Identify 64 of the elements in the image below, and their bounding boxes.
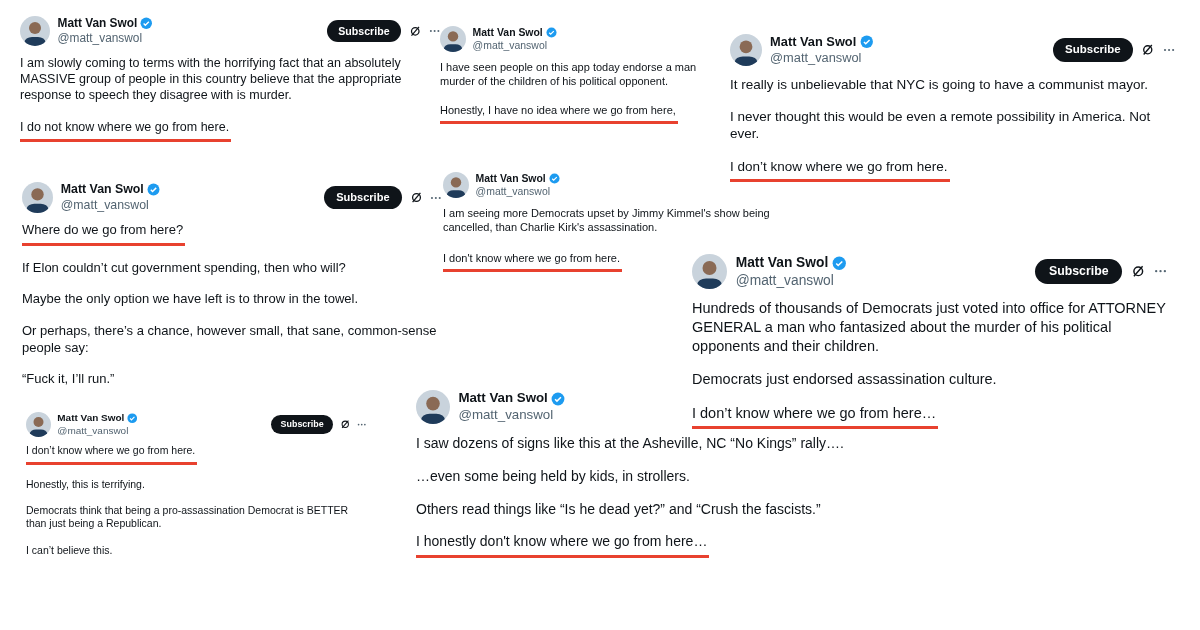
author-handle[interactable]: @matt_vanswol	[472, 39, 557, 53]
subscribe-button[interactable]: Subscribe	[1052, 38, 1134, 63]
post-text: I am seeing more Democrats upset by Jimmy Kimmel's show being cancelled, than Charlie Kirk's assassination.	[443, 205, 771, 235]
post-text: Democrats just endorsed assassination culture.	[692, 370, 997, 389]
post-text: Maybe the only option we have left is to throw in the towel.	[22, 291, 359, 309]
author-handle[interactable]: @matt_vanswol	[475, 185, 560, 199]
slashed-circle-icon[interactable]	[409, 191, 423, 204]
subscribe-button[interactable]: Subscribe	[1035, 258, 1123, 285]
post-text: It really is unbelievable that NYC is going to have a communist mayor.	[730, 75, 1148, 94]
avatar	[20, 16, 50, 46]
slashed-circle-icon[interactable]	[1130, 264, 1146, 279]
more-icon[interactable]	[1153, 269, 1167, 274]
post-text: If Elon couldn’t cut government spending, then who will?	[22, 260, 346, 278]
avatar	[26, 412, 51, 437]
avatar	[416, 390, 450, 424]
author-name[interactable]: Matt Van Swol	[475, 172, 546, 186]
author-handle[interactable]: @matt_vanswol	[770, 50, 874, 67]
author-handle[interactable]: @matt_vanswol	[57, 31, 153, 46]
subscribe-button[interactable]: Subscribe	[270, 415, 334, 434]
post-text: I don't know where we go from here.	[443, 250, 622, 273]
subscribe-button[interactable]: Subscribe	[326, 19, 402, 43]
author-name[interactable]: Matt Van Swol	[735, 254, 829, 272]
more-icon[interactable]	[428, 29, 440, 33]
more-icon[interactable]	[1162, 48, 1175, 53]
post-text: Honestly, this is terrifying.	[26, 477, 145, 492]
post-text: I have seen people on this app today endorse a man murder of the children of his political opponent.	[440, 59, 698, 89]
post-text: Or perhaps, there’s a chance, however small, that sane, common-sense people say:	[22, 322, 438, 357]
slashed-circle-icon[interactable]	[1141, 43, 1155, 57]
post-text: Hundreds of thousands of Democrats just voted into office for ATTORNEY GENERAL a man who fantasized about the murder of his political opponents and their children.	[692, 299, 1167, 356]
subscribe-button[interactable]: Subscribe	[324, 185, 402, 210]
author-name[interactable]: Matt Van Swol	[60, 182, 144, 198]
avatar	[692, 254, 727, 289]
post-text: Where do we go from here?	[22, 222, 186, 246]
avatar	[22, 182, 53, 213]
post-text: I honestly don't know where we go from here…	[416, 532, 710, 558]
post-text: I never thought this would be even a remote possibility in America. Not ever.	[730, 107, 1152, 143]
slashed-circle-icon[interactable]	[339, 419, 351, 430]
author-name[interactable]: Matt Van Swol	[472, 26, 543, 40]
author-name[interactable]: Matt Van Swol	[458, 390, 548, 407]
avatar	[730, 34, 762, 67]
slashed-circle-icon[interactable]	[408, 24, 422, 38]
post-text: I don’t know where we go from here.	[26, 444, 198, 465]
post-text: I don’t know where we go from here.	[730, 157, 950, 183]
avatar	[440, 26, 466, 53]
author-name[interactable]: Matt Van Swol	[57, 16, 138, 31]
author-handle[interactable]: @matt_vanswol	[57, 424, 138, 437]
post-text: …even some being held by kids, in strollers.	[416, 466, 690, 485]
post-text: I do not know where we go from here.	[20, 118, 232, 142]
post-text: Others read things like “Is he dead yet?” and “Crush the fascists.”	[416, 499, 821, 518]
avatar	[443, 172, 469, 199]
more-icon[interactable]	[356, 422, 366, 427]
author-handle[interactable]: @matt_vanswol	[735, 271, 847, 289]
author-handle[interactable]: @matt_vanswol	[60, 197, 161, 213]
post-text: I can’t believe this.	[26, 543, 113, 558]
more-icon[interactable]	[430, 195, 442, 200]
post-text: I am slowly coming to terms with the horrifying fact that an absolutely MASSIVE group of people in this country believe that the appropriate response to speech they disagree with is murder.	[20, 54, 403, 104]
post-text: Democrats think that being a pro-assassination Democrat is BETTER than just being a Republican.	[26, 503, 350, 532]
post-text: “Fuck it, I’ll run.”	[22, 370, 115, 388]
post-text: I saw dozens of signs like this at the Asheville, NC “No Kings” rally….	[416, 433, 844, 452]
author-handle[interactable]: @matt_vanswol	[458, 407, 566, 424]
author-name[interactable]: Matt Van Swol	[770, 34, 857, 51]
author-name[interactable]: Matt Van Swol	[57, 412, 125, 425]
post-text: Honestly, I have no idea where we go from here,	[440, 102, 678, 124]
post-text: I don’t know where we go from here…	[692, 403, 939, 430]
